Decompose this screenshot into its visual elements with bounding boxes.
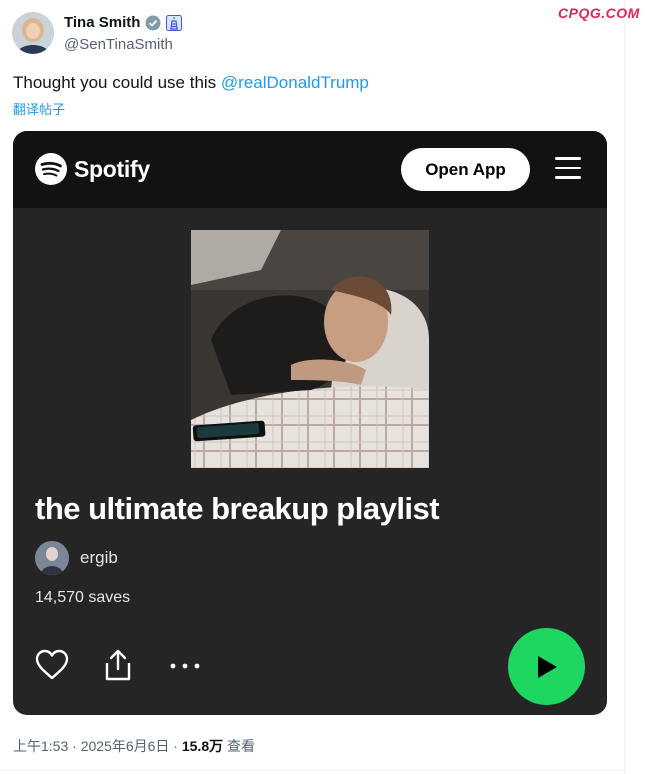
open-app-button[interactable]: Open App — [401, 148, 530, 191]
mention-link[interactable]: @realDonaldTrump — [221, 73, 369, 92]
tweet-text: Thought you could use this @realDonaldTr… — [13, 72, 369, 94]
author-handle[interactable]: @SenTinaSmith — [64, 35, 182, 55]
owner-name: ergib — [80, 548, 118, 567]
owner-avatar — [35, 541, 69, 575]
playlist-title[interactable]: the ultimate breakup playlist — [35, 491, 440, 527]
card-topbar: Spotify Open App — [13, 131, 607, 208]
author-avatar[interactable] — [12, 12, 54, 54]
play-icon — [537, 655, 557, 678]
tweet-meta: 上午1:53 · 2025年6月6日 · 15.8万 查看 — [13, 736, 255, 756]
view-count: 15.8万 — [181, 738, 224, 754]
more-icon[interactable] — [170, 663, 200, 669]
spotify-wordmark: Spotify — [74, 155, 150, 182]
gov-badge-icon — [166, 15, 183, 31]
saves-count: 14,570 saves — [35, 589, 131, 606]
play-button[interactable] — [508, 628, 585, 705]
views-label: 查看 — [223, 738, 255, 754]
heart-icon[interactable] — [35, 649, 69, 681]
watermark: CPQG.COM — [558, 5, 640, 21]
spotify-logo[interactable]: Spotify — [35, 153, 150, 185]
translate-post-link[interactable]: 翻译帖子 — [13, 99, 65, 118]
hamburger-menu-icon[interactable] — [555, 157, 581, 181]
verified-badge-icon — [145, 15, 161, 31]
author-name[interactable]: Tina Smith — [64, 13, 140, 33]
bottom-divider — [0, 770, 624, 771]
playlist-owner[interactable]: ergib — [35, 541, 118, 575]
spotify-logo-icon — [35, 153, 67, 185]
column-divider — [624, 0, 625, 774]
tweet-timestamp[interactable]: 上午1:53 · 2025年6月6日 · — [13, 738, 182, 754]
tweet-header: Tina Smith @SenTinaSmith — [12, 12, 183, 55]
tweet-body: Thought you could use this — [13, 73, 221, 92]
playlist-cover-image[interactable] — [191, 230, 429, 468]
share-icon[interactable] — [104, 648, 132, 682]
spotify-embed-card[interactable]: Spotify Open App the ultimate breakup pl… — [13, 131, 607, 715]
